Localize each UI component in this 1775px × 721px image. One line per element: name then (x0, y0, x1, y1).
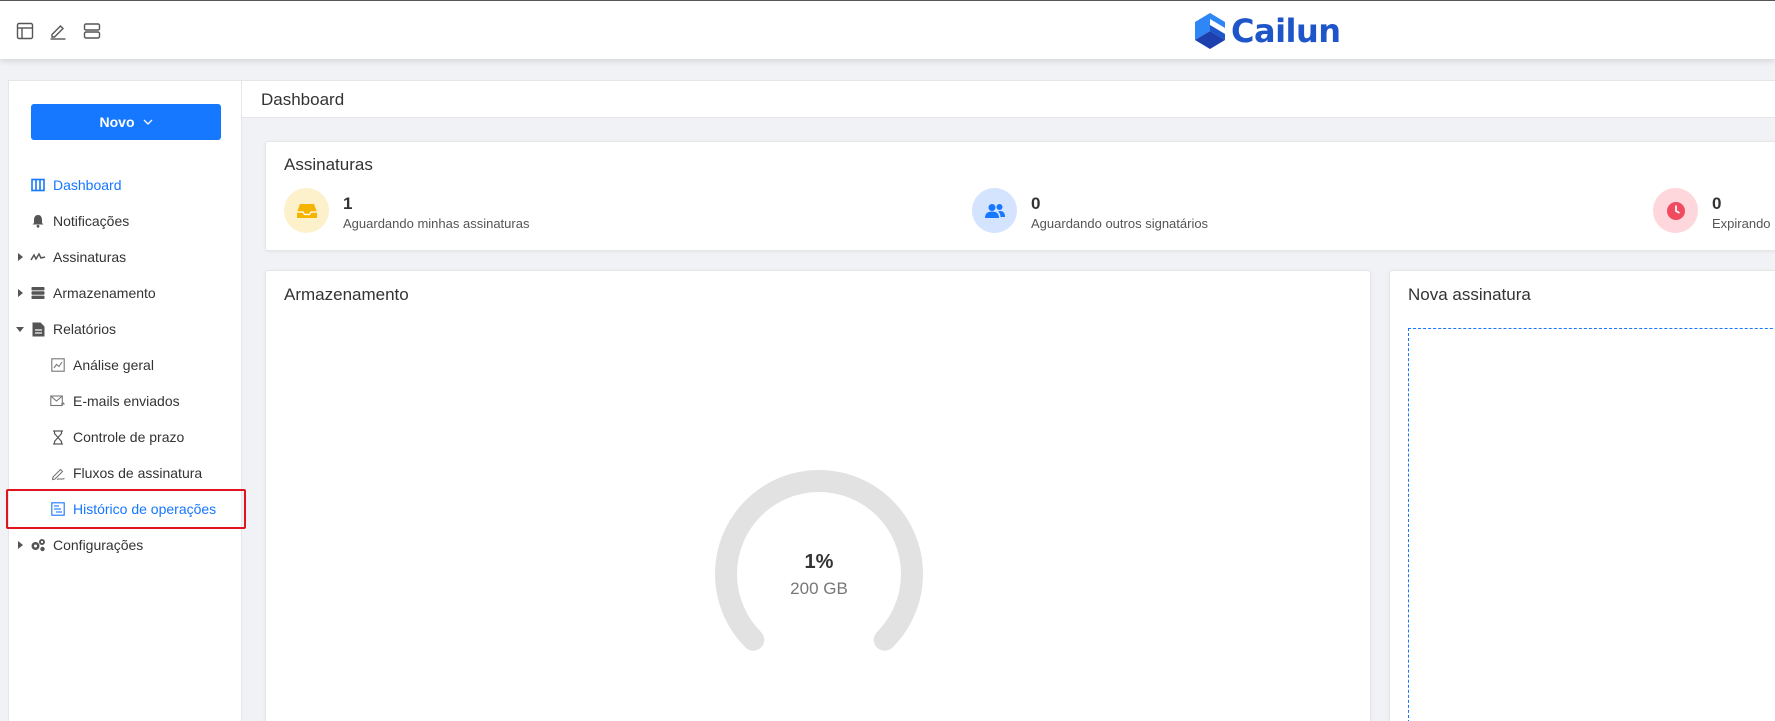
cailun-logo[interactable]: Cailun (1195, 12, 1341, 50)
sidebar-item-label: Assinaturas (53, 249, 127, 265)
usage-percent: 1% (804, 551, 834, 573)
caret-right-icon (15, 288, 25, 298)
dashboard-icon (30, 177, 46, 193)
stat-value: 0 (1712, 194, 1722, 213)
storage-icon (30, 285, 46, 301)
sidebar-item-reports[interactable]: Relatórios (9, 311, 241, 347)
storage-capacity: 200 GB (790, 579, 848, 598)
sidebar-item-label: Controle de prazo (73, 429, 185, 445)
signatures-card: Assinaturas 1 Aguardando minhas assinatu… (265, 141, 1775, 251)
pen-icon (50, 465, 66, 481)
storage-card: Armazenamento 1% 200 GB (265, 270, 1371, 721)
sidebar-item-storage[interactable]: Armazenamento (9, 275, 241, 311)
stat-label: Expirando (1712, 216, 1771, 231)
sidebar-item-signature-flows[interactable]: Fluxos de assinatura (9, 455, 241, 491)
page-header: Dashboard (242, 80, 1775, 118)
sidebar-item-label: Notificações (53, 213, 130, 229)
layout-icon[interactable] (14, 20, 36, 42)
clock-icon (1653, 188, 1698, 233)
sidebar-item-general-analysis[interactable]: Análise geral (9, 347, 241, 383)
new-signature-card: Nova assinatura (1389, 270, 1775, 721)
storage-gauge: 1% 200 GB (714, 469, 924, 679)
logo-text: Cailun (1231, 12, 1341, 50)
sidebar-item-label: Dashboard (53, 177, 122, 193)
caret-right-icon (15, 252, 25, 262)
sidebar-item-sent-emails[interactable]: E-mails enviados (9, 383, 241, 419)
sidebar-item-label: Relatórios (53, 321, 117, 337)
sidebar: Novo Dashboard Notificações Assinaturas … (6, 80, 246, 721)
stat-label: Aguardando minhas assinaturas (343, 216, 530, 231)
stat-label: Aguardando outros signatários (1031, 216, 1209, 231)
sidebar-nav: Dashboard Notificações Assinaturas Armaz… (6, 167, 246, 563)
card-title: Assinaturas (284, 155, 373, 174)
mail-sent-icon (50, 393, 66, 409)
top-bar: Cailun (0, 0, 1775, 59)
sidebar-item-deadline-control[interactable]: Controle de prazo (9, 419, 241, 455)
inbox-icon (284, 188, 329, 233)
report-icon (30, 321, 46, 337)
sidebar-item-label: Análise geral (73, 357, 154, 373)
sidebar-item-notifications[interactable]: Notificações (9, 203, 241, 239)
hourglass-icon (50, 429, 66, 445)
file-dropzone[interactable] (1408, 328, 1775, 721)
sidebar-item-dashboard[interactable]: Dashboard (9, 167, 241, 203)
sidebar-item-label: Configurações (53, 537, 144, 553)
stat-value: 1 (343, 194, 353, 213)
sidebar-item-signatures[interactable]: Assinaturas (9, 239, 241, 275)
new-button[interactable]: Novo (31, 104, 221, 140)
page-title: Dashboard (261, 90, 345, 109)
gears-icon (30, 537, 46, 553)
history-list-icon (50, 501, 66, 517)
card-title: Armazenamento (284, 285, 409, 304)
bell-icon (30, 213, 46, 229)
chart-icon (50, 357, 66, 373)
gauge-fill (750, 637, 753, 640)
card-title: Nova assinatura (1408, 285, 1531, 304)
users-icon (972, 188, 1017, 233)
stat-value: 0 (1031, 194, 1041, 213)
logo-mark-icon (1195, 13, 1225, 49)
server-icon[interactable] (81, 20, 103, 42)
edit-icon[interactable] (47, 20, 69, 42)
caret-right-icon (15, 540, 25, 550)
gauge-ring (715, 470, 923, 651)
sidebar-item-settings[interactable]: Configurações (9, 527, 241, 563)
sidebar-item-label: Fluxos de assinatura (73, 465, 203, 481)
sidebar-item-operations-history[interactable]: Histórico de operações (6, 489, 246, 529)
sidebar-item-label: Armazenamento (53, 285, 156, 301)
sidebar-item-label: Histórico de operações (73, 501, 217, 517)
signature-icon (30, 249, 46, 265)
caret-down-icon (15, 324, 25, 334)
chevron-down-icon (143, 117, 153, 127)
new-button-label: Novo (99, 114, 135, 130)
sidebar-item-label: E-mails enviados (73, 393, 180, 409)
